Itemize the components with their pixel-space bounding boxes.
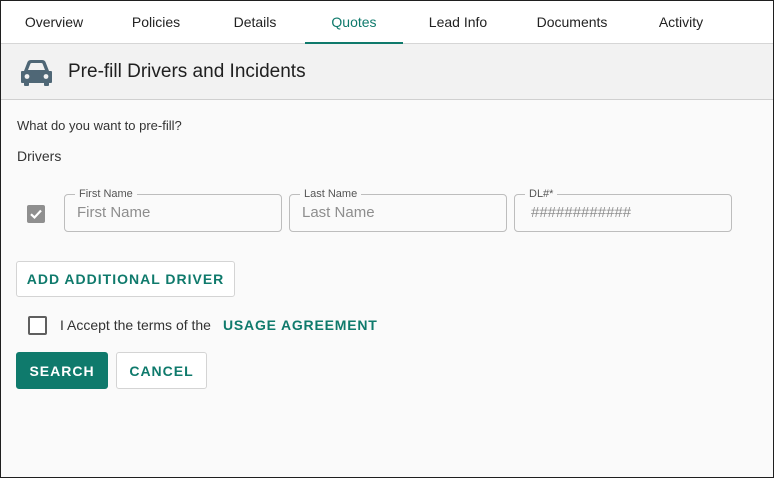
last-name-input[interactable] [302,204,482,221]
agreement-text: I Accept the terms of the [60,317,211,333]
tab-lead-info[interactable]: Lead Info [403,1,513,43]
prefill-panel: Overview Policies Details Quotes Lead In… [0,0,774,478]
dl-number-input[interactable] [531,204,711,221]
dl-number-field: DL#* [514,188,732,232]
prefill-question: What do you want to pre-fill? [17,118,182,133]
tab-bar: Overview Policies Details Quotes Lead In… [1,1,773,44]
check-icon [30,209,42,220]
first-name-label: First Name [75,188,137,200]
tab-overview[interactable]: Overview [1,1,107,43]
tab-quotes[interactable]: Quotes [305,1,403,44]
tab-documents[interactable]: Documents [513,1,631,43]
tab-activity[interactable]: Activity [631,1,731,43]
first-name-input[interactable] [77,204,257,221]
add-driver-button[interactable]: ADD ADDITIONAL DRIVER [16,261,235,297]
agreement-checkbox[interactable] [28,316,47,335]
page-title: Pre-fill Drivers and Incidents [68,61,306,82]
section-header: Pre-fill Drivers and Incidents [1,44,773,100]
cancel-button[interactable]: CANCEL [116,352,207,389]
usage-agreement-link[interactable]: USAGE AGREEMENT [223,317,378,333]
car-icon [21,60,52,86]
first-name-field: First Name [64,188,282,232]
tab-details[interactable]: Details [205,1,305,43]
dl-number-label: DL#* [525,188,558,200]
tab-policies[interactable]: Policies [107,1,205,43]
last-name-field: Last Name [289,188,507,232]
search-button[interactable]: SEARCH [16,352,108,389]
driver-checkbox[interactable] [27,205,45,223]
last-name-label: Last Name [300,188,362,200]
drivers-heading: Drivers [17,148,62,164]
